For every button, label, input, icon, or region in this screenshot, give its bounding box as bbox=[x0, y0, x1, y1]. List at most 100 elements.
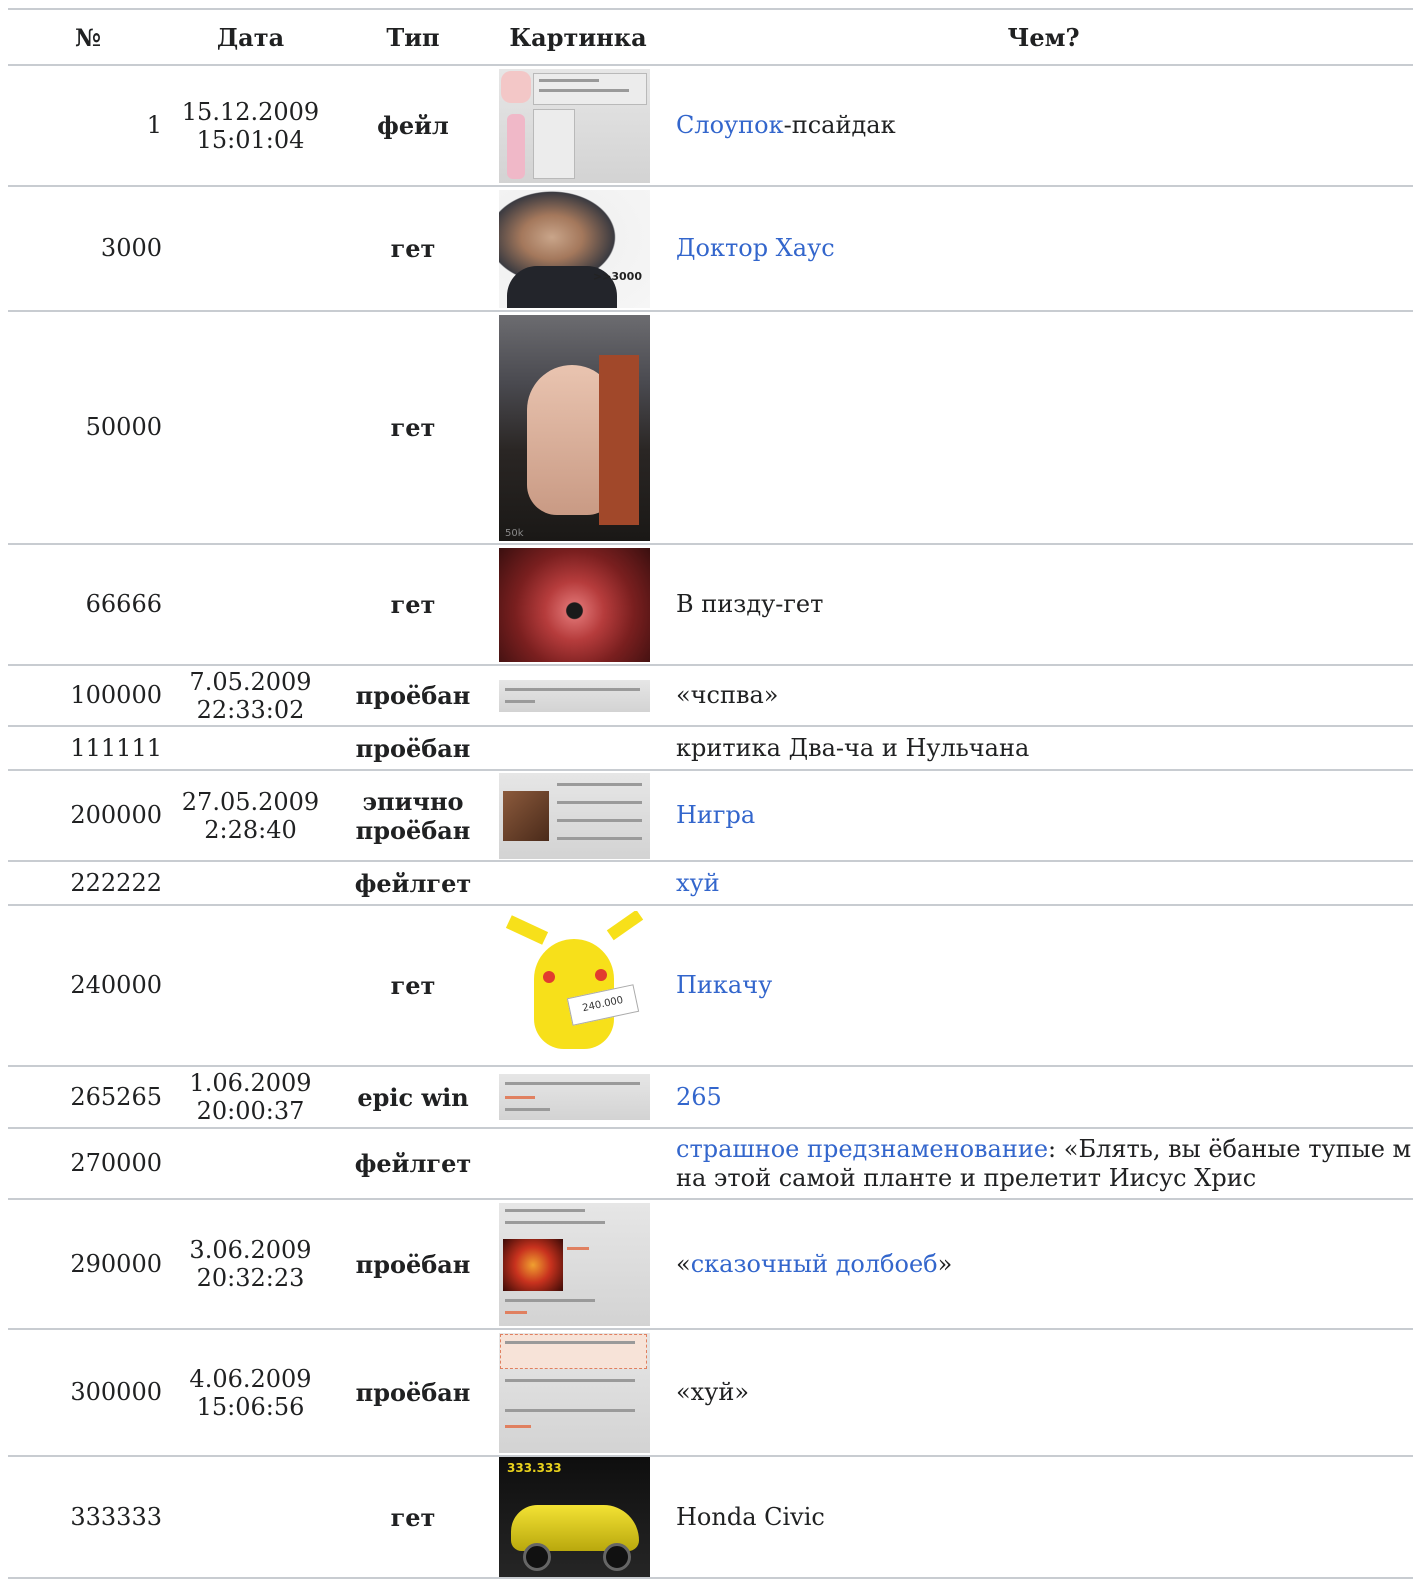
reply-link-line bbox=[505, 1424, 531, 1428]
time-value: 15:06:56 bbox=[196, 1392, 305, 1421]
picture-cell bbox=[493, 544, 663, 665]
text-line bbox=[505, 1082, 640, 1085]
picture-cell bbox=[493, 861, 663, 905]
table-row: 1 15.12.2009 15:01:04 фейл Слоупок-псайда… bbox=[8, 65, 1413, 186]
date-value: 1.06.2009 bbox=[189, 1069, 312, 1097]
pikachu-ear bbox=[606, 910, 644, 940]
text-line bbox=[557, 782, 642, 786]
get-type: гет bbox=[390, 413, 436, 442]
car-wheel bbox=[603, 1543, 631, 1571]
picture-cell: 50k bbox=[493, 311, 663, 544]
pikachu-ear bbox=[505, 914, 549, 945]
picture-cell bbox=[493, 770, 663, 861]
header-type[interactable]: Тип bbox=[333, 9, 493, 66]
get-number: 50000 bbox=[85, 413, 162, 441]
get-number: 300000 bbox=[70, 1378, 162, 1406]
get-date: 27.05.2009 2:28:40 bbox=[168, 770, 333, 861]
picture-caption: 333.333 bbox=[507, 1461, 562, 1475]
thumbnail-image[interactable] bbox=[499, 1202, 650, 1326]
get-number: 240000 bbox=[70, 971, 162, 999]
thumbnail-image[interactable] bbox=[499, 679, 650, 712]
picture-cell: >>3000 bbox=[493, 186, 663, 311]
get-type: фейл bbox=[377, 111, 449, 140]
type-line: проёбан bbox=[355, 815, 471, 845]
reply-link-line bbox=[505, 1310, 527, 1314]
text-line bbox=[505, 687, 640, 691]
header-picture[interactable]: Картинка bbox=[493, 9, 663, 66]
picture-cell bbox=[493, 1066, 663, 1128]
highlighted-post bbox=[500, 1333, 647, 1369]
what-cell: В пизду-гет bbox=[663, 544, 1413, 665]
article-link[interactable]: хуй bbox=[676, 869, 720, 897]
text-line bbox=[505, 1408, 635, 1412]
what-cell: Слоупок-псайдак bbox=[663, 65, 1413, 186]
get-type: проёбан bbox=[355, 1249, 471, 1279]
photo-inset bbox=[503, 1238, 563, 1291]
article-link[interactable]: Слоупок bbox=[676, 111, 784, 139]
what-text: критика Два-ча и Нульчана bbox=[676, 733, 1030, 762]
type-line: эпично bbox=[362, 786, 464, 816]
thumbnail-image[interactable]: >>3000 bbox=[499, 189, 650, 308]
photo-inset bbox=[503, 790, 549, 841]
quote-open: « bbox=[676, 1249, 691, 1278]
what-text: «хуй» bbox=[676, 1378, 750, 1406]
get-number: 333333 bbox=[70, 1502, 162, 1531]
article-link[interactable]: Нигра bbox=[676, 801, 755, 829]
get-date bbox=[168, 186, 333, 311]
get-date: 7.05.2009 22:33:02 bbox=[168, 665, 333, 726]
picture-cell bbox=[493, 1128, 663, 1199]
table-row: 270000 фейлгет страшное предзнаменование… bbox=[8, 1128, 1413, 1199]
get-type: эпично проёбан bbox=[333, 770, 493, 861]
what-cell: Нигра bbox=[663, 770, 1413, 861]
get-number: 290000 bbox=[70, 1249, 162, 1278]
table-row: 50000 гет 50k bbox=[8, 311, 1413, 544]
thumbnail-image[interactable]: 50k bbox=[499, 314, 650, 541]
table-row: 222222 фейлгет хуй bbox=[8, 861, 1413, 905]
table-row: 111111 проёбан критика Два-ча и Нульчана bbox=[8, 726, 1413, 770]
get-number: 265265 bbox=[70, 1082, 162, 1111]
get-type: фейлгет bbox=[354, 1149, 472, 1178]
hair-shape bbox=[599, 354, 639, 525]
thumbnail-image[interactable]: 240.000 bbox=[499, 910, 650, 1061]
what-cell: хуй bbox=[663, 861, 1413, 905]
table-row: 300000 4.06.2009 15:06:56 проёбан «хуй» bbox=[8, 1329, 1413, 1456]
article-link[interactable]: сказочный долбоеб bbox=[691, 1250, 938, 1278]
time-value: 15:01:04 bbox=[196, 125, 305, 154]
article-link[interactable]: страшное предзнаменование bbox=[676, 1135, 1048, 1163]
get-date: 15.12.2009 15:01:04 bbox=[168, 65, 333, 186]
thumbnail-image[interactable] bbox=[499, 68, 650, 183]
what-text: -псайдак bbox=[783, 111, 896, 139]
thumbnail-image[interactable]: 333.333 bbox=[499, 1457, 650, 1577]
get-number: 200000 bbox=[70, 801, 162, 829]
what-cell: «чспва» bbox=[663, 665, 1413, 726]
picture-cell bbox=[493, 1199, 663, 1329]
what-cell: Доктор Хаус bbox=[663, 186, 1413, 311]
slowpoke-figure bbox=[507, 113, 525, 179]
get-date bbox=[168, 544, 333, 665]
date-value: 7.05.2009 bbox=[189, 667, 312, 696]
text-line bbox=[505, 1108, 550, 1111]
what-cell: «сказочный долбоеб» bbox=[663, 1199, 1413, 1329]
thumbnail-image[interactable] bbox=[499, 547, 650, 662]
header-num[interactable]: № bbox=[8, 9, 168, 66]
get-date bbox=[168, 861, 333, 905]
article-link[interactable]: Пикачу bbox=[676, 971, 772, 999]
text-line bbox=[557, 836, 642, 840]
thumbnail-image[interactable] bbox=[499, 1332, 650, 1453]
what-cell: Honda Civic bbox=[663, 1456, 1413, 1578]
header-date[interactable]: Дата bbox=[168, 9, 333, 66]
article-link[interactable]: 265 bbox=[676, 1083, 722, 1111]
time-value: 22:33:02 bbox=[196, 695, 305, 724]
thumbnail-image[interactable] bbox=[499, 1074, 650, 1120]
table-row: 265265 1.06.2009 20:00:37 epic win 265 bbox=[8, 1066, 1413, 1128]
picture-cell: 240.000 bbox=[493, 905, 663, 1066]
header-what[interactable]: Чем? bbox=[663, 9, 1413, 66]
what-cell: «хуй» bbox=[663, 1329, 1413, 1456]
thumbnail-image[interactable] bbox=[499, 772, 650, 859]
get-number: 100000 bbox=[70, 681, 162, 709]
date-value: 4.06.2009 bbox=[189, 1364, 312, 1393]
picture-cell: 333.333 bbox=[493, 1456, 663, 1578]
article-link[interactable]: Доктор Хаус bbox=[676, 234, 835, 262]
text-line bbox=[505, 1208, 585, 1212]
what-cell: страшное предзнаменование: «Блять, вы ёб… bbox=[663, 1128, 1413, 1199]
